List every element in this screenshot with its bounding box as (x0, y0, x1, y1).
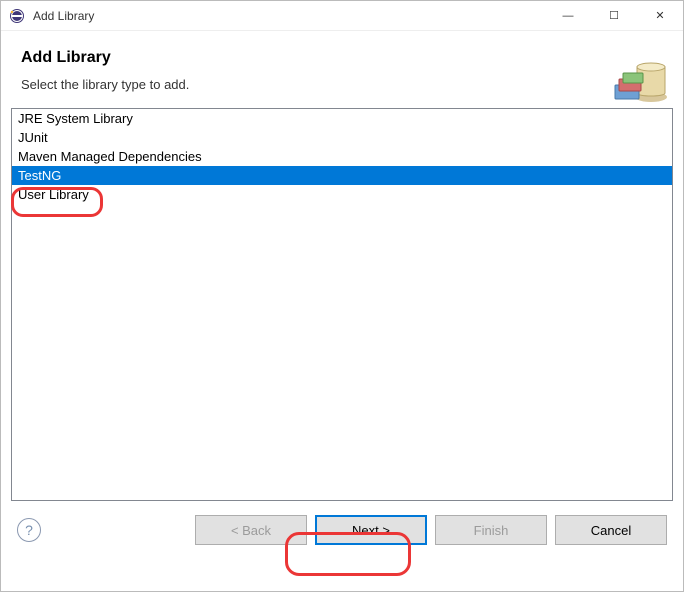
titlebar: Add Library — ☐ ✕ (1, 1, 683, 31)
library-icon (611, 49, 669, 105)
back-button[interactable]: < Back (195, 515, 307, 545)
wizard-header: Add Library Select the library type to a… (1, 31, 683, 108)
window-controls: — ☐ ✕ (545, 1, 683, 30)
maximize-button[interactable]: ☐ (591, 1, 637, 30)
list-item[interactable]: TestNG (12, 166, 672, 185)
close-button[interactable]: ✕ (637, 1, 683, 30)
wizard-button-bar: ? < Back Next > Finish Cancel (1, 501, 683, 559)
list-item[interactable]: JRE System Library (12, 109, 672, 128)
page-subtitle: Select the library type to add. (21, 77, 663, 92)
cancel-button[interactable]: Cancel (555, 515, 667, 545)
list-item[interactable]: Maven Managed Dependencies (12, 147, 672, 166)
next-button[interactable]: Next > (315, 515, 427, 545)
list-item[interactable]: JUnit (12, 128, 672, 147)
eclipse-icon (9, 8, 25, 24)
finish-button[interactable]: Finish (435, 515, 547, 545)
help-button[interactable]: ? (17, 518, 41, 542)
library-type-list[interactable]: JRE System LibraryJUnitMaven Managed Dep… (11, 108, 673, 501)
list-item[interactable]: User Library (12, 185, 672, 204)
window-title: Add Library (33, 9, 545, 23)
page-title: Add Library (21, 49, 663, 67)
minimize-button[interactable]: — (545, 1, 591, 30)
